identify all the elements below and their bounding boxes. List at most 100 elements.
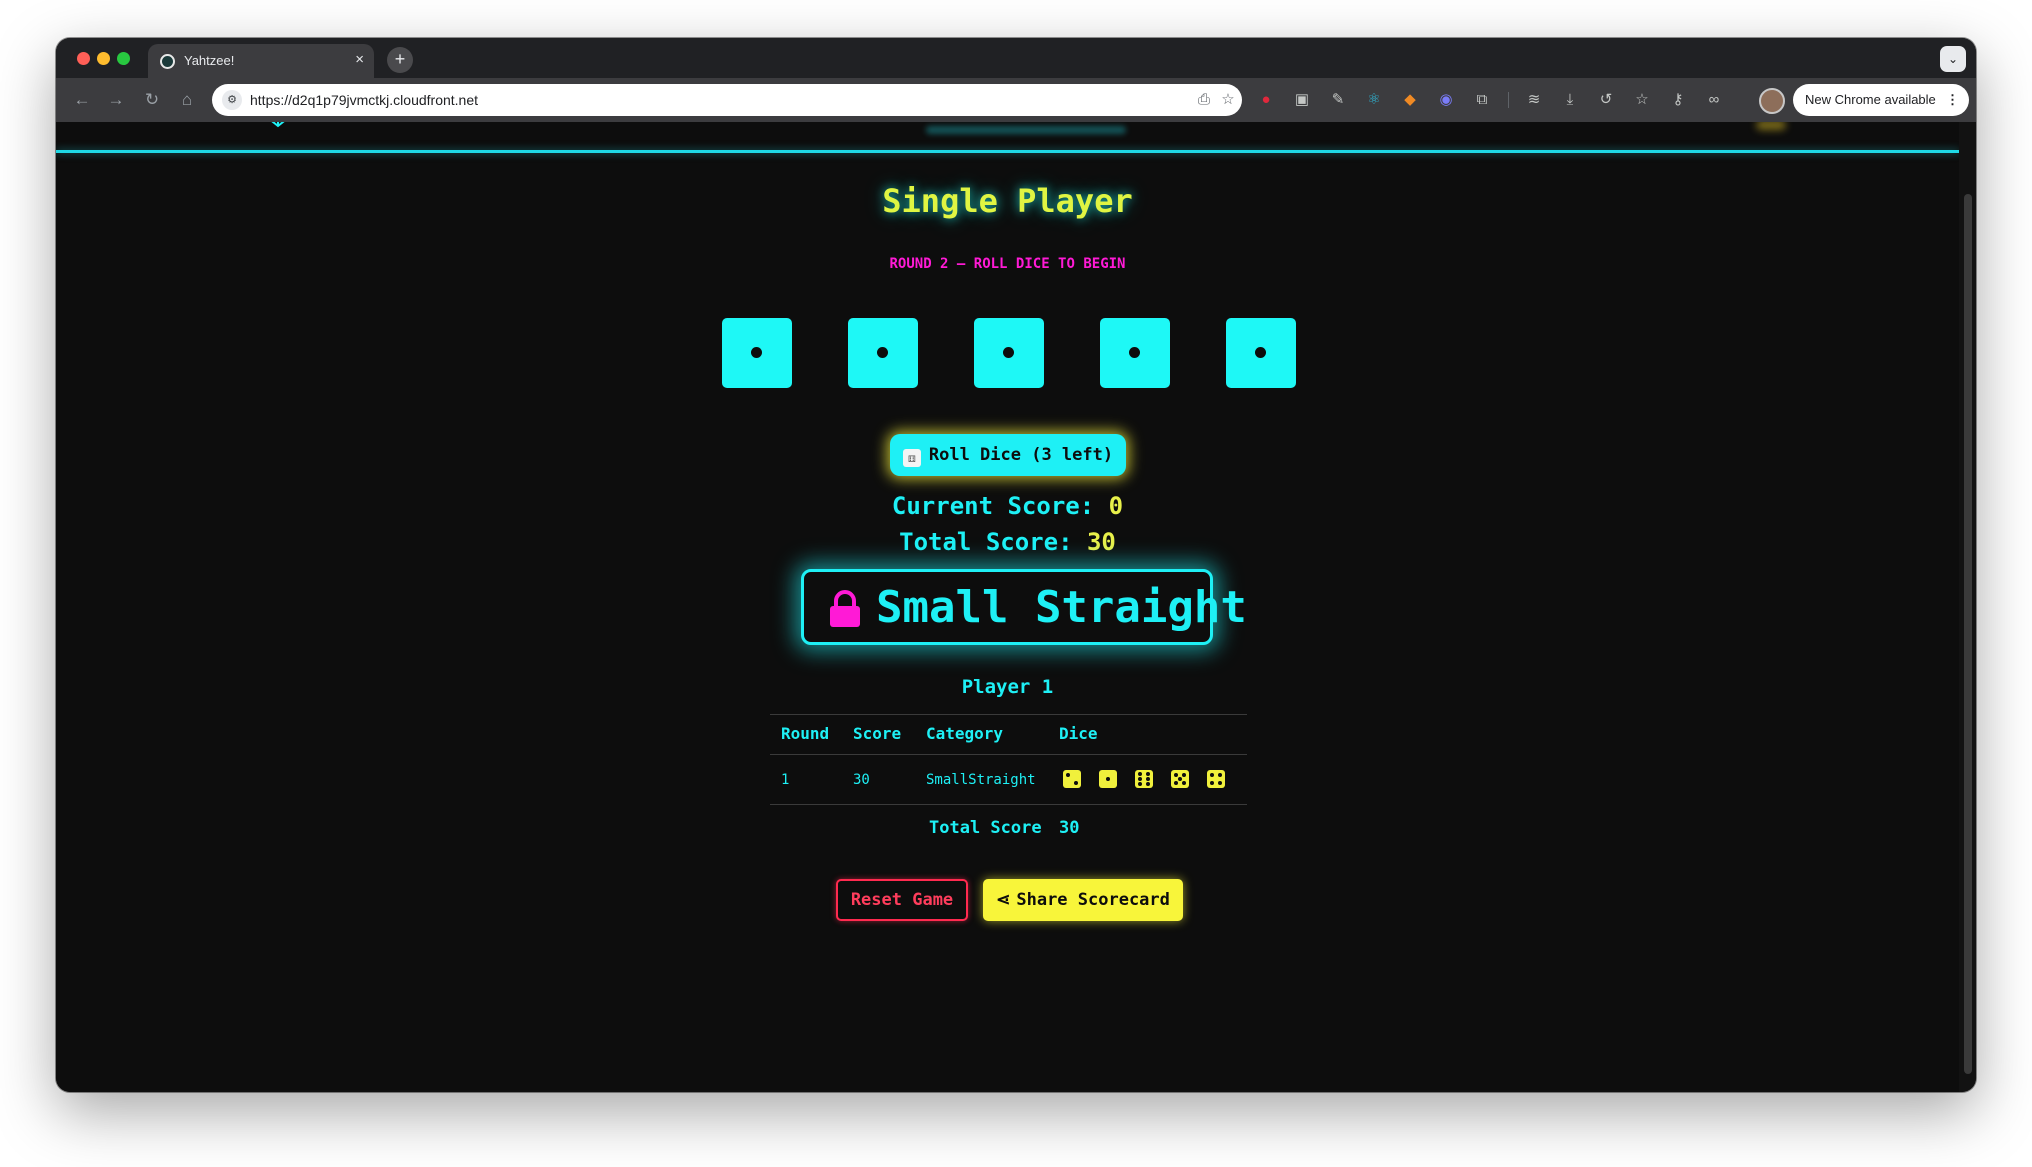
new-tab-button[interactable]: +: [387, 47, 413, 73]
header-score: Score: [853, 724, 902, 743]
close-window-button[interactable]: [77, 52, 90, 65]
pen-extension-icon[interactable]: ✎: [1328, 90, 1348, 110]
roll-dice-button[interactable]: ⚅ Roll Dice (3 left): [890, 434, 1126, 476]
row-category: SmallStraight: [926, 772, 1036, 788]
row-score: 30: [853, 772, 870, 788]
tab-title: Yahtzee!: [184, 53, 235, 68]
current-score-value: 0: [1108, 492, 1124, 520]
mini-die-6: [1135, 770, 1153, 788]
downloads-icon[interactable]: ⤓: [1560, 90, 1580, 110]
table-header-border: [770, 754, 1247, 755]
current-score: Current Score: 0: [56, 492, 1959, 520]
reload-icon[interactable]: ↻: [140, 88, 164, 112]
menu-dots-icon[interactable]: ⋮: [1946, 84, 1959, 116]
die-pip: [1003, 347, 1014, 358]
passwords-key-icon[interactable]: ⚷: [1668, 90, 1688, 110]
mini-die-pip: [1066, 773, 1070, 777]
mini-die-pip: [1146, 777, 1150, 781]
total-score: Total Score: 30: [56, 528, 1959, 556]
die-pip: [751, 347, 762, 358]
scrollbar-thumb[interactable]: [1964, 194, 1972, 1074]
lock-icon: [830, 590, 860, 627]
tab-bar: Yahtzee! × + ⌄: [56, 38, 1976, 78]
home-icon[interactable]: ⌂: [175, 88, 199, 112]
table-row-border: [770, 804, 1247, 805]
share-scorecard-label: Share Scorecard: [1016, 890, 1170, 910]
bookmark-star-icon[interactable]: ☆: [1218, 90, 1238, 110]
url-text[interactable]: https://d2q1p79jvmctkj.cloudfront.net: [250, 92, 478, 108]
mini-die-pip: [1182, 781, 1186, 785]
mini-die-pip: [1138, 772, 1142, 776]
tab-close-icon[interactable]: ×: [355, 51, 364, 68]
browser-window: Yahtzee! × + ⌄ ← → ↻ ⌂ ⚙ https://d2q1p79…: [56, 38, 1976, 1092]
header-round: Round: [781, 724, 830, 743]
combination-banner: Small Straight: [801, 569, 1247, 645]
tab-yahtzee[interactable]: Yahtzee! ×: [148, 44, 374, 78]
bookmarks-icon[interactable]: ☆: [1632, 90, 1652, 110]
table-top-border: [770, 714, 1247, 715]
maximize-window-button[interactable]: [117, 52, 130, 65]
mini-die-pip: [1146, 772, 1150, 776]
forward-icon[interactable]: →: [104, 88, 128, 112]
install-app-icon[interactable]: ⎙: [1194, 90, 1214, 110]
table-total-value: 30: [1059, 818, 1080, 838]
die-4[interactable]: [1100, 318, 1170, 388]
mini-die-pip: [1218, 781, 1222, 785]
row-round: 1: [781, 772, 790, 788]
reset-game-button[interactable]: Reset Game: [836, 879, 968, 921]
die-5[interactable]: [1226, 318, 1296, 388]
combination-label: Small Straight: [876, 582, 1247, 633]
mini-die-pip: [1174, 773, 1178, 777]
opera-extension-icon[interactable]: ●: [1256, 90, 1276, 110]
die-pip: [1255, 347, 1266, 358]
die-1[interactable]: [722, 318, 792, 388]
extension-purple-icon[interactable]: ◉: [1436, 90, 1456, 110]
share-icon: ⋖: [996, 890, 1011, 910]
page-scrollbar[interactable]: [1959, 122, 1976, 1092]
mini-die-5: [1171, 770, 1189, 788]
toolbar-divider: [1508, 92, 1509, 108]
round-status: ROUND 2 — ROLL DICE TO BEGIN: [889, 256, 1126, 272]
header-category: Category: [926, 724, 1004, 743]
mini-die-4: [1207, 770, 1225, 788]
metamask-icon[interactable]: ◆: [1400, 90, 1420, 110]
table-total-label: Total Score: [929, 818, 1042, 838]
header-divider: [56, 150, 1959, 153]
page-viewport: Single Player ROUND 2 — ROLL DICE TO BEG…: [56, 122, 1959, 1092]
mini-die-pip: [1218, 773, 1222, 777]
current-score-label: Current Score:: [891, 492, 1095, 520]
mini-die-pip: [1138, 777, 1142, 781]
yahtzee-favicon-icon: [160, 54, 175, 69]
mini-die-pip: [1178, 777, 1182, 781]
total-score-value: 30: [1086, 528, 1116, 556]
mini-die-1: [1099, 770, 1117, 788]
mini-die-pip: [1138, 782, 1142, 786]
mini-die-pip: [1210, 781, 1214, 785]
extensions-puzzle-icon[interactable]: ⧉: [1472, 90, 1492, 110]
share-scorecard-button[interactable]: ⋖ Share Scorecard: [983, 879, 1183, 921]
mini-die-pip: [1182, 773, 1186, 777]
chrome-update-button[interactable]: New Chrome available ⋮: [1793, 84, 1969, 116]
header-nav-glow: [926, 126, 1126, 134]
link-icon[interactable]: ∞: [1704, 90, 1724, 110]
history-icon[interactable]: ↺: [1596, 90, 1616, 110]
react-devtools-icon[interactable]: ⚛: [1364, 90, 1384, 110]
die-2[interactable]: [848, 318, 918, 388]
minimize-window-button[interactable]: [97, 52, 110, 65]
extension-icon[interactable]: ▣: [1292, 90, 1312, 110]
browser-toolbar: ← → ↻ ⌂ ⚙ https://d2q1p79jvmctkj.cloudfr…: [56, 78, 1976, 122]
update-label: New Chrome available: [1805, 92, 1936, 107]
die-3[interactable]: [974, 318, 1044, 388]
address-bar[interactable]: ⚙ https://d2q1p79jvmctkj.cloudfront.net …: [212, 84, 1242, 116]
mini-die-2: [1063, 770, 1081, 788]
back-icon[interactable]: ←: [70, 88, 94, 112]
site-info-icon[interactable]: ⚙: [222, 90, 242, 110]
roll-dice-label: Roll Dice (3 left): [928, 445, 1114, 465]
profile-avatar[interactable]: [1759, 88, 1785, 114]
mini-die-pip: [1174, 781, 1178, 785]
reading-mode-icon[interactable]: ≋: [1524, 90, 1544, 110]
mini-die-pip: [1146, 782, 1150, 786]
tab-search-button[interactable]: ⌄: [1940, 46, 1966, 72]
mini-die-pip: [1074, 781, 1078, 785]
total-score-label: Total Score:: [899, 528, 1073, 556]
